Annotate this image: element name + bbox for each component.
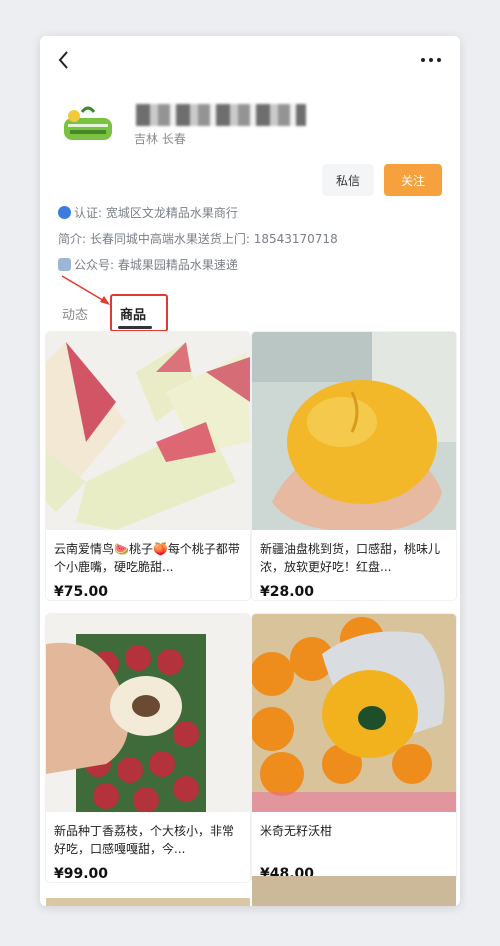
product-image-lychee	[46, 614, 250, 812]
product-title: 云南爱情鸟🍉桃子🍑每个桃子都带个小鹿嘴，硬吃脆甜...	[54, 542, 240, 574]
location-text: 吉林 长春	[134, 132, 186, 146]
product-card[interactable]: 云南爱情鸟🍉桃子🍑每个桃子都带个小鹿嘴，硬吃脆甜... ¥75.00	[46, 332, 250, 600]
tab-dynamic[interactable]: 动态	[62, 304, 88, 323]
verified-text: 认证: 宽城区文龙精品水果商行	[74, 206, 238, 220]
product-card[interactable]: 新疆油盘桃到货，口感甜，桃味儿浓，放软更好吃！红盘... ¥28.00	[252, 332, 456, 600]
back-button[interactable]	[52, 48, 76, 72]
account-text: 公众号: 春城果园精品水果速递	[74, 258, 238, 272]
top-bar	[40, 36, 460, 84]
product-price: ¥99.00	[54, 866, 109, 882]
product-title: 新品种丁香荔枝，个大核小，非常好吃，口感嘎嘎甜，今...	[54, 824, 235, 856]
highlight-box	[110, 294, 168, 332]
shop-logo	[62, 102, 114, 154]
verified-line: 认证: 宽城区文龙精品水果商行	[58, 204, 238, 221]
fruit-logo-icon	[62, 102, 114, 154]
message-button[interactable]: 私信	[322, 164, 374, 196]
person-icon	[58, 258, 71, 271]
product-image-peach	[46, 332, 250, 530]
more-button[interactable]	[416, 48, 446, 72]
product-price: ¥75.00	[54, 584, 109, 600]
product-card[interactable]: 新品种丁香荔枝，个大核小，非常好吃，口感嘎嘎甜，今... ¥99.00	[46, 614, 250, 882]
product-card[interactable]: 米奇无籽沃柑 ¥48.00	[252, 614, 456, 882]
account-line[interactable]: 公众号: 春城果园精品水果速递	[58, 256, 238, 273]
product-title: 新疆油盘桃到货，口感甜，桃味儿浓，放软更好吃！红盘...	[260, 542, 441, 574]
product-image-flat-peach	[252, 332, 456, 530]
follow-button[interactable]: 关注	[384, 164, 442, 196]
tab-bar: 动态 商品	[40, 296, 460, 332]
product-card-partial[interactable]	[46, 898, 250, 906]
verified-icon	[58, 206, 71, 219]
phone-screen: 吉林 长春 私信 关注 认证: 宽城区文龙精品水果商行 简介: 长春同城中高端水…	[40, 36, 460, 906]
shop-name-blurred	[136, 104, 306, 126]
intro-text: 简介: 长春同城中高端水果送货上门: 18543170718	[58, 232, 338, 246]
product-price: ¥28.00	[260, 584, 315, 600]
intro-line: 简介: 长春同城中高端水果送货上门: 18543170718	[58, 230, 338, 247]
more-dots-icon	[421, 58, 441, 62]
product-image-orange	[252, 614, 456, 812]
product-title: 米奇无籽沃柑	[260, 824, 333, 838]
chevron-left-icon	[58, 51, 68, 69]
product-card-partial[interactable]	[252, 876, 456, 906]
